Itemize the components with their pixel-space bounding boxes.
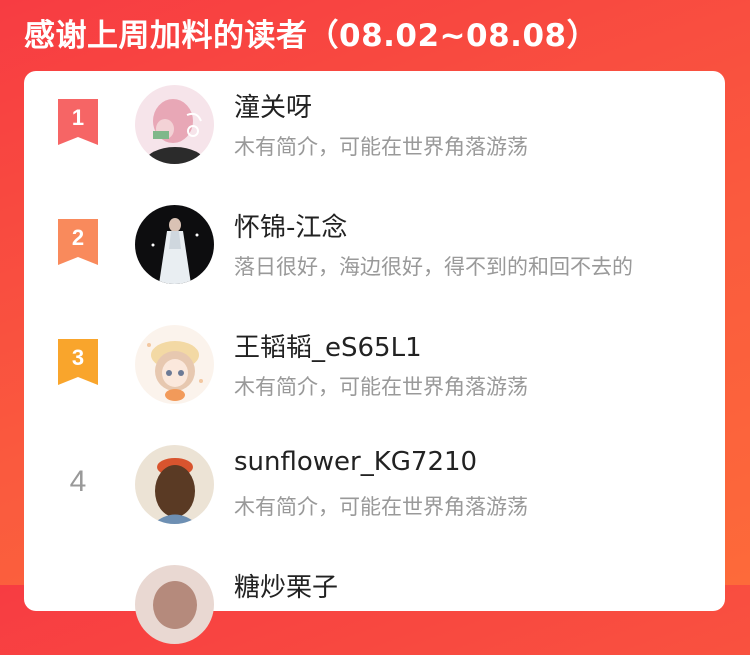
avatar[interactable]	[135, 565, 214, 644]
reader-name: 王韬韬_eS65L1	[234, 333, 422, 363]
rank-badge-1: 1	[58, 99, 98, 151]
reader-bio: 木有简介，可能在世界角落游荡	[234, 495, 528, 519]
avatar[interactable]	[135, 205, 214, 284]
reader-row[interactable]: 糖炒栗子	[24, 555, 725, 655]
rank-badge-2: 2	[58, 219, 98, 271]
avatar[interactable]	[135, 325, 214, 404]
reader-row[interactable]: 1 潼关呀 木有简介，可能在世界角落游荡	[24, 75, 725, 175]
avatar[interactable]	[135, 85, 214, 164]
reader-name: 糖炒栗子	[234, 573, 339, 603]
reader-bio: 木有简介，可能在世界角落游荡	[234, 375, 528, 399]
reader-name: 潼关呀	[234, 93, 313, 123]
reader-bio: 木有简介，可能在世界角落游荡	[234, 135, 528, 159]
reader-bio: 落日很好，海边很好，得不到的和回不去的	[234, 255, 633, 279]
rank-number: 3	[71, 345, 85, 370]
reader-name: 怀锦-江念	[234, 213, 348, 243]
reader-row[interactable]: 3 王韬韬_eS65L1 木有简介，可能在世界角落游荡	[24, 315, 725, 415]
avatar[interactable]	[135, 445, 214, 524]
reader-row[interactable]: 4 sunflower_KG7210 木有简介，可能在世界角落游荡	[24, 435, 725, 535]
rank-number: 2	[71, 225, 85, 250]
reader-name: sunflower_KG7210	[234, 447, 478, 477]
rank-badge-3: 3	[58, 339, 98, 391]
reader-list: 1 潼关呀 木有简介，可能在世界角落游荡 2 怀锦-江念 落日很好，海边很好，得…	[24, 71, 725, 644]
rank-number: 4	[69, 465, 87, 498]
page-title: 感谢上周加料的读者（08.02~08.08）	[24, 18, 599, 54]
reader-row[interactable]: 2 怀锦-江念 落日很好，海边很好，得不到的和回不去的	[24, 195, 725, 295]
rank-number: 1	[71, 105, 85, 130]
